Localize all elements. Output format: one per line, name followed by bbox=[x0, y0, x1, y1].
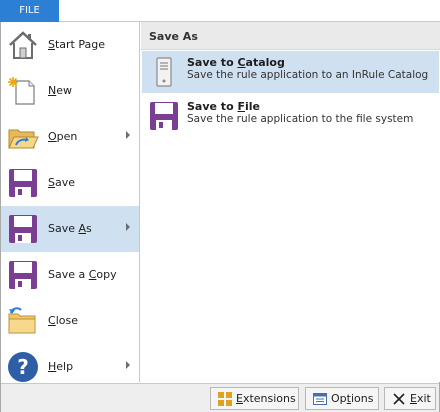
option-title: Save to File bbox=[187, 100, 260, 113]
options-icon bbox=[313, 393, 327, 405]
house-icon bbox=[9, 31, 37, 59]
svg-text:?: ? bbox=[17, 355, 29, 379]
extensions-icon bbox=[218, 392, 232, 406]
menu-label-close: Close bbox=[48, 314, 78, 327]
save-as-icon bbox=[9, 215, 37, 243]
new-document-icon bbox=[8, 77, 35, 105]
title-suffix: ile bbox=[244, 100, 260, 113]
menu-label-open: Open bbox=[48, 130, 78, 143]
menu-label-save-as: Save As bbox=[48, 222, 92, 235]
label-rest: tart Page bbox=[54, 38, 105, 51]
close-folder-icon bbox=[8, 307, 36, 334]
options-button[interactable]: Options bbox=[305, 387, 379, 410]
menu-label-save: Save bbox=[48, 176, 76, 189]
floppy-disk-icon bbox=[9, 169, 37, 197]
submenu-arrow-icon bbox=[126, 361, 130, 369]
exit-button[interactable]: Exit bbox=[384, 387, 436, 410]
menu-item-save-copy[interactable]: Save a Copy bbox=[1, 252, 139, 298]
close-icon bbox=[393, 393, 405, 405]
extensions-label: Extensions bbox=[236, 392, 296, 405]
help-icon: ? bbox=[8, 352, 38, 382]
extensions-button[interactable]: Extensions bbox=[210, 387, 299, 410]
menu-item-close[interactable]: Close bbox=[1, 298, 139, 344]
label-key: E bbox=[410, 392, 417, 405]
label-prefix: Op bbox=[331, 392, 347, 405]
floppy-disk-icon bbox=[150, 102, 178, 130]
backstage-window: Start Page New Open Save Save As Save a … bbox=[0, 22, 440, 412]
save-as-panel: Save As Save to Catalog Save the rule ap… bbox=[141, 22, 440, 382]
menu-item-new[interactable]: New bbox=[1, 68, 139, 114]
file-tab[interactable]: FILE bbox=[0, 0, 59, 22]
menu-label-new: New bbox=[48, 84, 72, 97]
panel-title: Save As bbox=[149, 30, 198, 43]
label-suffix: xit bbox=[416, 392, 431, 405]
menu-label-save-copy: Save a Copy bbox=[48, 268, 117, 281]
footer-bar: Extensions Options Exit bbox=[1, 383, 439, 412]
title-prefix: Save to bbox=[187, 56, 238, 69]
option-save-to-catalog[interactable]: Save to Catalog Save the rule applicatio… bbox=[142, 51, 439, 93]
option-description: Save the rule application to an InRule C… bbox=[187, 69, 429, 81]
menu-item-open[interactable]: Open bbox=[1, 114, 139, 160]
label-suffix: xtensions bbox=[242, 392, 296, 405]
submenu-arrow-icon bbox=[126, 223, 130, 231]
mnemonic: S bbox=[48, 38, 55, 51]
option-save-to-file[interactable]: Save to File Save the rule application t… bbox=[142, 95, 439, 137]
title-key: C bbox=[237, 56, 246, 69]
menu-item-save-as[interactable]: Save As bbox=[1, 206, 139, 252]
menu-item-save[interactable]: Save bbox=[1, 160, 139, 206]
title-key: F bbox=[237, 100, 245, 113]
label-suffix: ions bbox=[350, 392, 374, 405]
menu-label-help: Help bbox=[48, 360, 74, 373]
label-key: E bbox=[236, 392, 243, 405]
menu-label-start-page: Start Page bbox=[48, 38, 105, 51]
title-suffix: atalog bbox=[245, 56, 285, 69]
server-icon bbox=[156, 57, 172, 87]
ribbon-tab-bar: FILE bbox=[0, 0, 440, 22]
open-folder-icon bbox=[8, 129, 39, 149]
save-copy-icon bbox=[9, 261, 37, 289]
option-description: Save the rule application to the file sy… bbox=[187, 113, 414, 125]
backstage-menu: Start Page New Open Save Save As Save a … bbox=[1, 22, 140, 382]
exit-label: Exit bbox=[410, 392, 431, 405]
submenu-arrow-icon bbox=[126, 131, 130, 139]
menu-item-start-page[interactable]: Start Page bbox=[1, 22, 139, 68]
option-title: Save to Catalog bbox=[187, 56, 285, 69]
options-label: Options bbox=[331, 392, 373, 405]
title-prefix: Save to bbox=[187, 100, 238, 113]
panel-header: Save As bbox=[141, 22, 440, 50]
